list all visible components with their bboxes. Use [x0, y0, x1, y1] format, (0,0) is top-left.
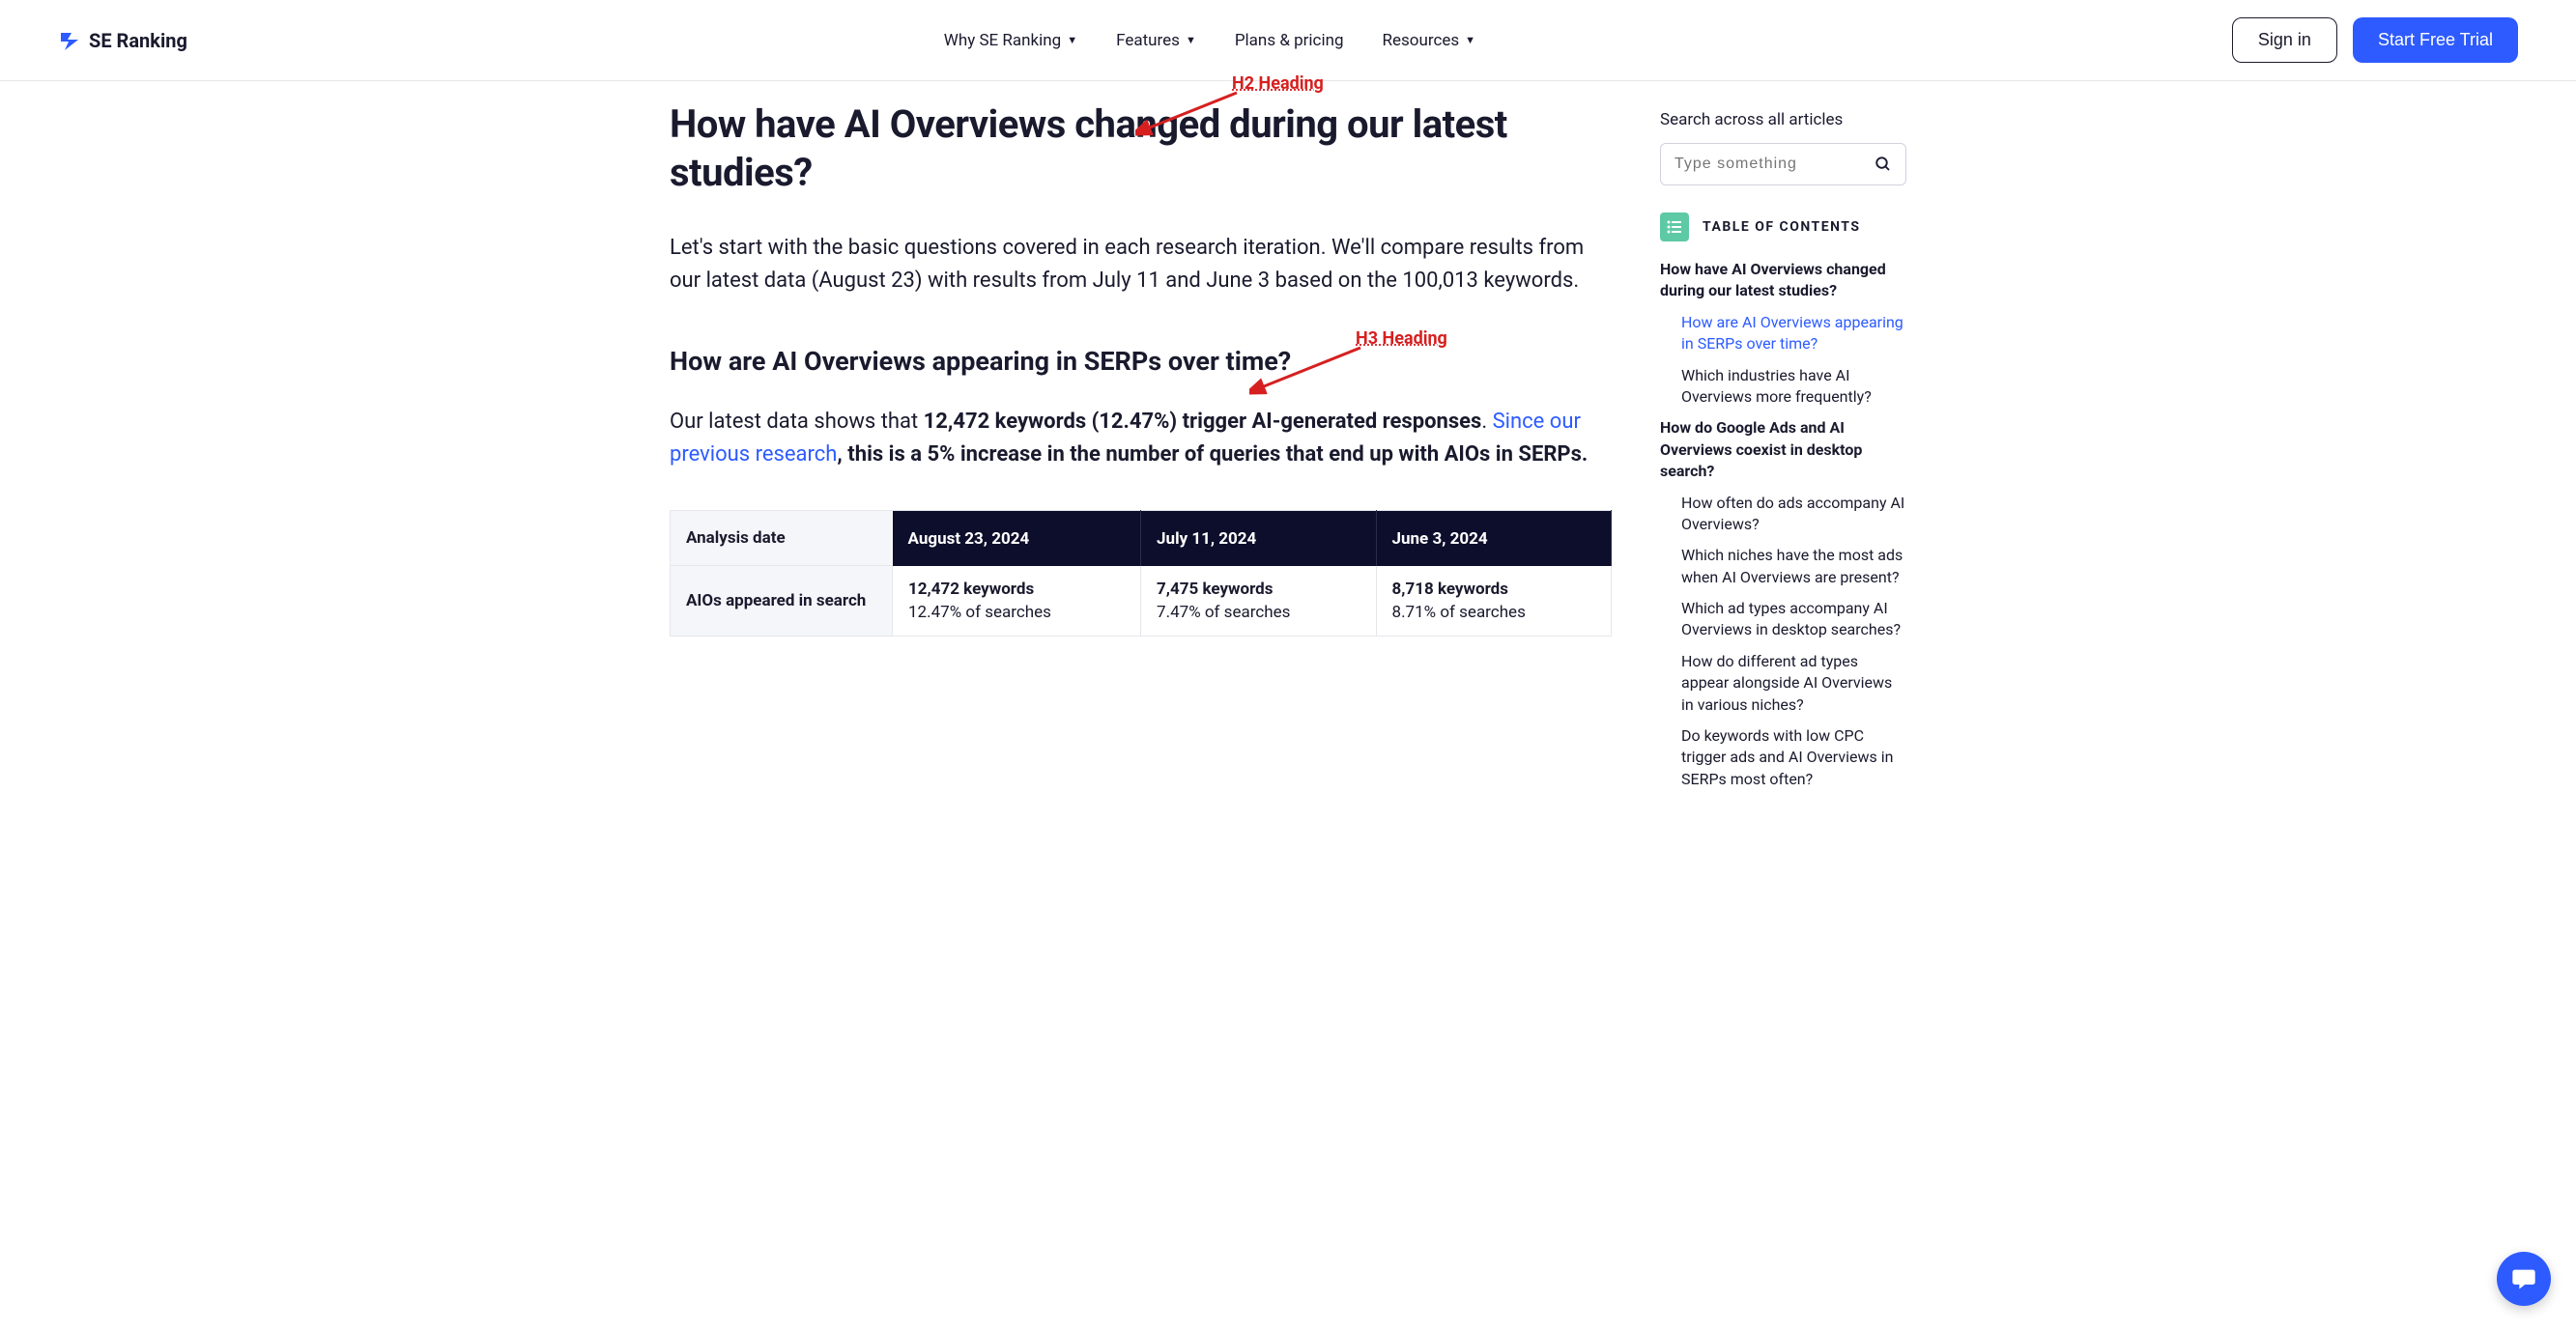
site-header: SE Ranking Why SE Ranking▼ Features▼ Pla…	[0, 0, 2576, 81]
search-icon	[1875, 156, 1892, 173]
table-cell: 8,718 keywords 8.71% of searches	[1376, 566, 1611, 637]
toc-item[interactable]: How do different ad types appear alongsi…	[1681, 651, 1906, 716]
toc-item[interactable]: How have AI Overviews changed during our…	[1660, 259, 1906, 302]
h3-heading: How are AI Overviews appearing in SERPs …	[670, 346, 1612, 377]
logo-icon	[58, 29, 81, 52]
chevron-down-icon: ▼	[1186, 34, 1196, 46]
toc-item[interactable]: Which industries have AI Overviews more …	[1681, 365, 1906, 409]
start-trial-button[interactable]: Start Free Trial	[2353, 17, 2518, 63]
table-col-header: July 11, 2024	[1141, 511, 1376, 566]
toc-item[interactable]: How often do ads accompany AI Overviews?	[1681, 493, 1906, 536]
search-box[interactable]	[1660, 143, 1906, 185]
main-nav: Why SE Ranking▼ Features▼ Plans & pricin…	[944, 31, 1475, 50]
logo-text: SE Ranking	[89, 29, 187, 52]
logo[interactable]: SE Ranking	[58, 29, 187, 52]
table-row: AIOs appeared in search 12,472 keywords …	[671, 566, 1612, 637]
search-input[interactable]	[1674, 156, 1875, 173]
toc-list-icon	[1660, 212, 1689, 241]
table-cell: 12,472 keywords 12.47% of searches	[893, 566, 1141, 637]
toc-header: TABLE OF CONTENTS	[1660, 212, 1906, 241]
toc-list: How have AI Overviews changed during our…	[1660, 259, 1906, 790]
nav-why[interactable]: Why SE Ranking▼	[944, 31, 1077, 50]
chevron-down-icon: ▼	[1465, 34, 1475, 46]
toc-item[interactable]: How are AI Overviews appearing in SERPs …	[1681, 312, 1906, 355]
table-row-header: AIOs appeared in search	[671, 566, 893, 637]
nav-features[interactable]: Features▼	[1116, 31, 1196, 50]
h2-heading: How have AI Overviews changed during our…	[670, 100, 1612, 197]
intro-paragraph: Let's start with the basic questions cov…	[670, 232, 1612, 297]
data-table: Analysis date August 23, 2024 July 11, 2…	[670, 510, 1612, 637]
nav-resources[interactable]: Resources▼	[1383, 31, 1476, 50]
toc-item[interactable]: Which niches have the most ads when AI O…	[1681, 545, 1906, 588]
search-label: Search across all articles	[1660, 110, 1906, 129]
sign-in-button[interactable]: Sign in	[2232, 17, 2337, 63]
table-col-header: June 3, 2024	[1376, 511, 1611, 566]
body-paragraph: Our latest data shows that 12,472 keywor…	[670, 406, 1612, 471]
toc-title: TABLE OF CONTENTS	[1703, 219, 1860, 235]
chevron-down-icon: ▼	[1067, 34, 1077, 46]
toc-item[interactable]: Do keywords with low CPC trigger ads and…	[1681, 725, 1906, 790]
table-col-header: August 23, 2024	[893, 511, 1141, 566]
header-actions: Sign in Start Free Trial	[2232, 17, 2518, 63]
sidebar: Search across all articles TABLE OF CONT…	[1660, 81, 1906, 800]
chat-button[interactable]	[2497, 1252, 2551, 1306]
toc-item[interactable]: Which ad types accompany AI Overviews in…	[1681, 598, 1906, 641]
chat-icon	[2510, 1265, 2537, 1292]
toc-item[interactable]: How do Google Ads and AI Overviews coexi…	[1660, 417, 1906, 482]
article: How have AI Overviews changed during our…	[670, 81, 1612, 637]
nav-plans[interactable]: Plans & pricing	[1235, 31, 1344, 50]
table-cell: 7,475 keywords 7.47% of searches	[1141, 566, 1376, 637]
table-header-analysis-date: Analysis date	[671, 511, 893, 566]
